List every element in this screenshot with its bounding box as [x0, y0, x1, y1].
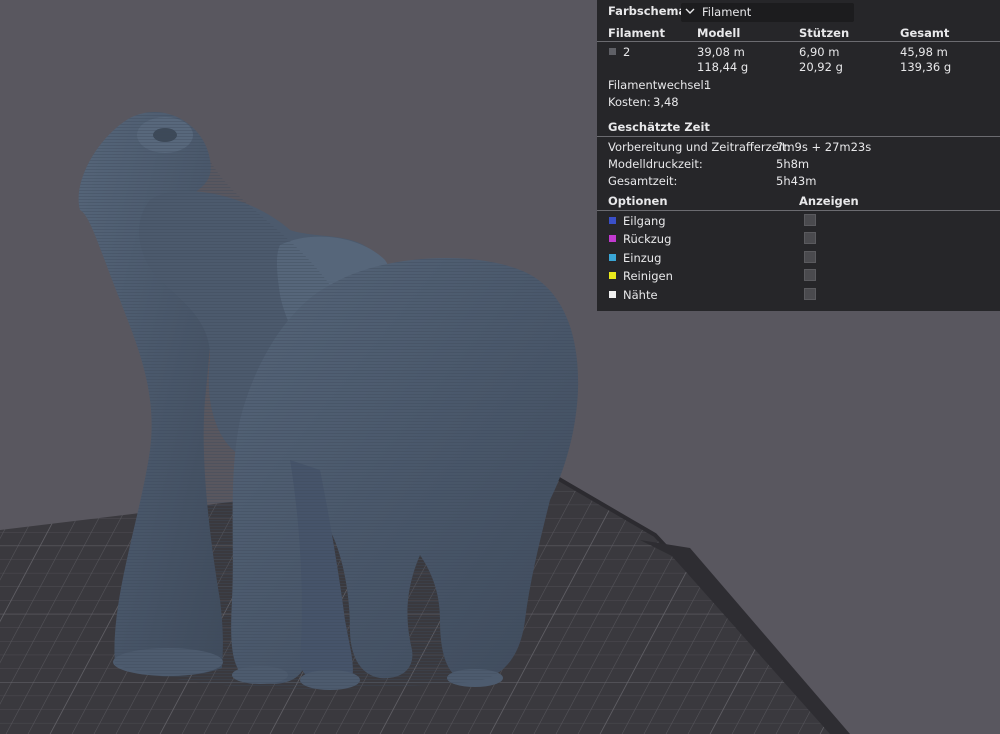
chevron-down-icon — [685, 8, 695, 14]
filament-changes-value: 1 — [704, 78, 712, 92]
retract-swatch — [609, 235, 616, 242]
column-header-model: Modell — [697, 26, 741, 40]
divider — [597, 210, 1000, 211]
prep-time-label: Vorbereitung und Zeitrafferzeit: — [608, 140, 791, 154]
total-time-value: 5h43m — [776, 174, 817, 188]
show-unretract-checkbox[interactable] — [804, 251, 816, 263]
cost-value: 3,48 — [653, 95, 679, 109]
filament-id: 2 — [623, 45, 631, 59]
show-wipe-checkbox[interactable] — [804, 269, 816, 281]
column-header-filament: Filament — [608, 26, 665, 40]
divider — [597, 136, 1000, 137]
total-time-label: Gesamtzeit: — [608, 174, 678, 188]
model-length: 39,08 m — [697, 45, 745, 59]
filament-swatch — [609, 48, 616, 55]
cost-label: Kosten: — [608, 95, 651, 109]
option-label: Eilgang — [623, 214, 666, 228]
color-scheme-value: Filament — [702, 5, 752, 19]
estimated-time-heading: Geschätzte Zeit — [608, 120, 710, 134]
filament-changes-label: Filamentwechsel: — [608, 78, 708, 92]
color-scheme-dropdown[interactable]: Filament — [681, 3, 854, 22]
support-length: 6,90 m — [799, 45, 840, 59]
wipe-swatch — [609, 272, 616, 279]
elephant-model — [78, 112, 579, 690]
prep-time-value: 7m9s + 27m23s — [776, 140, 872, 154]
show-seams-checkbox[interactable] — [804, 288, 816, 300]
rapid-move-swatch — [609, 217, 616, 224]
show-retract-checkbox[interactable] — [804, 232, 816, 244]
model-print-time-value: 5h8m — [776, 157, 810, 171]
seams-swatch — [609, 291, 616, 298]
column-header-total: Gesamt — [900, 26, 950, 40]
option-label: Rückzug — [623, 232, 672, 246]
option-label: Nähte — [623, 288, 658, 302]
divider — [597, 41, 1000, 42]
column-header-support: Stützen — [799, 26, 850, 40]
model-print-time-label: Modelldruckzeit: — [608, 157, 703, 171]
show-heading: Anzeigen — [799, 194, 859, 208]
option-label: Einzug — [623, 251, 662, 265]
show-rapid-checkbox[interactable] — [804, 214, 816, 226]
option-label: Reinigen — [623, 269, 673, 283]
options-heading: Optionen — [608, 194, 668, 208]
total-weight: 139,36 g — [900, 60, 952, 74]
gcode-legend-panel: Farbschema Filament Filament Modell Stüt… — [597, 0, 1000, 311]
model-weight: 118,44 g — [697, 60, 749, 74]
support-weight: 20,92 g — [799, 60, 843, 74]
total-length: 45,98 m — [900, 45, 948, 59]
color-scheme-label: Farbschema — [608, 4, 687, 18]
unretract-swatch — [609, 254, 616, 261]
